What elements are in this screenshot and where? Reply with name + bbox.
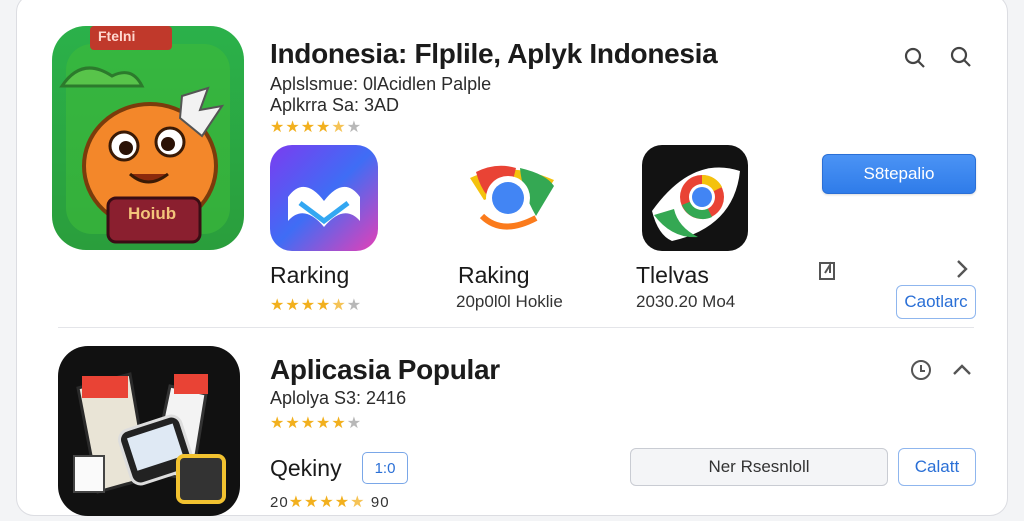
secondary-button[interactable]: Ner Rsesnloll (630, 448, 888, 486)
gradient-ribbon-app-icon[interactable] (270, 145, 378, 251)
search-icon[interactable] (948, 44, 974, 70)
featured-title: Indonesia: Flplile, Aplyk Indonesia (270, 38, 718, 69)
app-3-name: Tlelvas (636, 262, 709, 288)
app-2-name: Raking (458, 262, 530, 288)
primary-button[interactable]: S8tepalio (822, 154, 976, 194)
featured-subtitle: Aplslsmue: 0lAcidlen Palple (270, 74, 492, 94)
outline-button-bottom[interactable]: Calatt (898, 448, 976, 486)
popular-rating: ★★★★★★ (270, 415, 363, 432)
popular-item-name: Qekiny (270, 455, 342, 481)
popular-item-meta2: 90 (370, 494, 390, 511)
popular-item-rating: 20★★★★★ 90 (270, 494, 390, 511)
eye-chrome-app-icon[interactable] (642, 145, 748, 251)
app-3-meta: 2030.20 Mo4 (636, 292, 736, 311)
popular-item-meta: 20 (270, 494, 289, 511)
chevron-up-icon[interactable] (948, 358, 976, 382)
section-divider (58, 327, 974, 328)
popular-app-icon[interactable] (58, 346, 240, 516)
chrome-like-app-icon[interactable] (462, 150, 562, 246)
featured-icon-label: Hoiub (128, 204, 177, 223)
popular-size: Aplolya S3: 2416 (270, 388, 407, 408)
search-alt-icon[interactable] (902, 44, 928, 70)
chevron-right-icon[interactable] (950, 256, 974, 282)
popular-item-badge: 1:0 (362, 452, 408, 484)
outline-button-top[interactable]: Caotlarc (896, 285, 976, 319)
clock-icon[interactable] (908, 357, 934, 383)
popular-title: Aplicasia Popular (270, 354, 500, 385)
featured-size: Aplkrra Sa: 3AD (270, 95, 400, 115)
featured-icon-top-label: Ftelni (98, 28, 136, 44)
share-icon[interactable] (814, 256, 840, 282)
app-1-rating: ★★★★★★ (270, 297, 363, 314)
app-2-meta: 20p0l0l Hoklie (456, 292, 563, 311)
featured-rating: ★★★★★★ (270, 119, 363, 136)
featured-app-icon[interactable]: Ftelni Hoiub (52, 26, 244, 250)
app-1-name: Rarking (270, 262, 350, 288)
